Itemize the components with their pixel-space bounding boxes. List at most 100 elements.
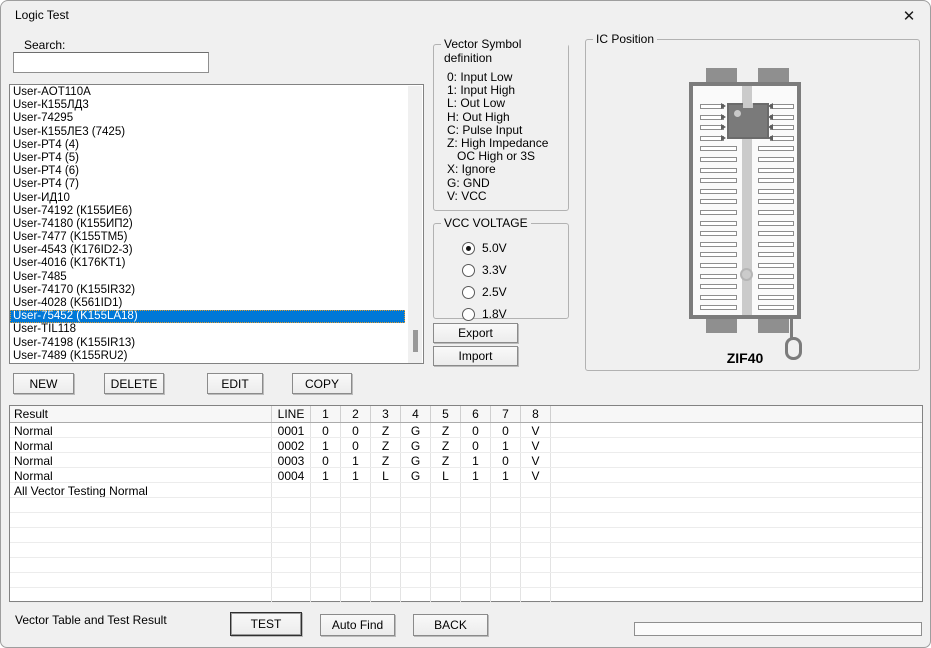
pin-cell: [431, 498, 461, 512]
list-item[interactable]: User-К155ЛЕ3 (7425): [10, 126, 423, 139]
pin-cell: G: [401, 468, 431, 482]
list-item[interactable]: User-AOT110A: [10, 86, 423, 99]
list-item[interactable]: User-74180 (К155ИП2): [10, 218, 423, 231]
search-input[interactable]: [13, 52, 209, 73]
device-listbox[interactable]: User-AOT110AUser-К155ЛД3User-74295User-К…: [9, 84, 424, 364]
column-header[interactable]: 5: [431, 406, 461, 422]
pin-cell: [431, 483, 461, 497]
copy-button[interactable]: COPY: [292, 373, 352, 394]
filler-cell: [551, 483, 922, 497]
pin-cell: [341, 528, 371, 542]
line-cell: 0001: [272, 423, 311, 437]
list-item[interactable]: User-4543 (K176ID2-3): [10, 244, 423, 257]
pin-cell: [371, 543, 401, 557]
auto-find-button[interactable]: Auto Find: [320, 614, 395, 636]
pin-cell: [401, 513, 431, 527]
list-item[interactable]: User-РТ4 (7): [10, 178, 423, 191]
pin-cell: Z: [431, 438, 461, 452]
pin-cell: [431, 588, 461, 602]
column-header[interactable]: 2: [341, 406, 371, 422]
scrollbar-thumb[interactable]: [413, 330, 418, 352]
list-item[interactable]: User-РТ4 (6): [10, 165, 423, 178]
table-header-row: ResultLINE12345678: [10, 406, 922, 423]
pin-slot: [700, 284, 737, 289]
column-header[interactable]: LINE: [272, 406, 311, 422]
pin-cell: 0: [311, 423, 341, 437]
list-item[interactable]: User-7477 (K155TM5): [10, 231, 423, 244]
pin-cell: Z: [371, 423, 401, 437]
vector-symbol-line: X: Ignore: [447, 163, 548, 176]
import-button[interactable]: Import: [433, 346, 518, 366]
result-cell: [10, 528, 272, 542]
listbox-scrollbar[interactable]: [408, 86, 422, 363]
radio-icon: [462, 264, 475, 277]
pin-cell: [311, 528, 341, 542]
list-item[interactable]: User-TIL118: [10, 323, 423, 336]
table-row: [10, 573, 922, 588]
column-header[interactable]: 4: [401, 406, 431, 422]
line-cell: [272, 573, 311, 587]
column-header[interactable]: 7: [491, 406, 521, 422]
pin-slot: [758, 199, 794, 204]
list-item[interactable]: User-К155ЛД3: [10, 99, 423, 112]
table-row[interactable]: Normal000301ZGZ10V: [10, 453, 922, 468]
pin-slot: [700, 242, 737, 247]
list-item[interactable]: User-7485: [10, 271, 423, 284]
filler-cell: [551, 528, 922, 542]
list-item[interactable]: User-74295: [10, 112, 423, 125]
window-title: Logic Test: [15, 8, 69, 22]
list-item[interactable]: User-РТ4 (5): [10, 152, 423, 165]
test-button[interactable]: TEST: [230, 612, 302, 636]
vcc-radio-5.0v[interactable]: 5.0V: [462, 237, 507, 259]
table-row[interactable]: Normal000411LGL11V: [10, 468, 922, 483]
pin-cell: [371, 588, 401, 602]
progress-bar: [634, 622, 922, 636]
pin-cell: Z: [371, 453, 401, 467]
column-header[interactable]: 3: [371, 406, 401, 422]
pin-cell: [341, 543, 371, 557]
list-item[interactable]: User-4016 (K176KT1): [10, 257, 423, 270]
column-header[interactable]: 1: [311, 406, 341, 422]
list-item[interactable]: User-4028 (K561ID1): [10, 297, 423, 310]
socket-screw-icon: [740, 268, 753, 281]
pin-cell: [521, 498, 551, 512]
table-row[interactable]: Normal000100ZGZ00V: [10, 423, 922, 438]
list-item[interactable]: User-74192 (К155ИЕ6): [10, 205, 423, 218]
list-item[interactable]: User-74198 (K155IR13): [10, 337, 423, 350]
pin-cell: [311, 588, 341, 602]
column-header[interactable]: 6: [461, 406, 491, 422]
result-table: ResultLINE12345678Normal000100ZGZ00VNorm…: [9, 405, 923, 602]
new-button[interactable]: NEW: [13, 373, 74, 394]
list-item[interactable]: User-7489 (K155RU2): [10, 350, 423, 363]
pin-cell: Z: [431, 453, 461, 467]
edit-button[interactable]: EDIT: [207, 373, 263, 394]
radio-icon: [462, 286, 475, 299]
back-button[interactable]: BACK: [413, 614, 488, 636]
pin-slot: [758, 157, 794, 162]
column-header[interactable]: Result: [10, 406, 272, 422]
delete-button[interactable]: DELETE: [104, 373, 164, 394]
export-button[interactable]: Export: [433, 323, 518, 343]
column-header[interactable]: 8: [521, 406, 551, 422]
vcc-radio-1.8v[interactable]: 1.8V: [462, 303, 507, 325]
pin-slot: [758, 231, 794, 236]
pin-cell: 0: [341, 438, 371, 452]
table-row: [10, 513, 922, 528]
filler-cell: [551, 573, 922, 587]
vcc-radio-2.5v[interactable]: 2.5V: [462, 281, 507, 303]
result-cell: Normal: [10, 438, 272, 452]
table-row[interactable]: Normal000210ZGZ01V: [10, 438, 922, 453]
pin-slot: [758, 210, 794, 215]
vcc-radio-3.3v[interactable]: 3.3V: [462, 259, 507, 281]
table-row[interactable]: All Vector Testing Normal: [10, 483, 922, 498]
pin-slot: [700, 252, 737, 257]
list-item[interactable]: User-РТ4 (4): [10, 139, 423, 152]
pin-slot: [758, 263, 794, 268]
list-item[interactable]: User-74170 (K155IR32): [10, 284, 423, 297]
pin-cell: [401, 588, 431, 602]
list-item[interactable]: User-ИД10: [10, 192, 423, 205]
device-list-items: User-AOT110AUser-К155ЛД3User-74295User-К…: [10, 86, 423, 363]
pin-cell: 0: [311, 453, 341, 467]
close-button[interactable]: ✕: [896, 5, 922, 29]
list-item[interactable]: User-75452 (K155LA18): [10, 310, 405, 323]
